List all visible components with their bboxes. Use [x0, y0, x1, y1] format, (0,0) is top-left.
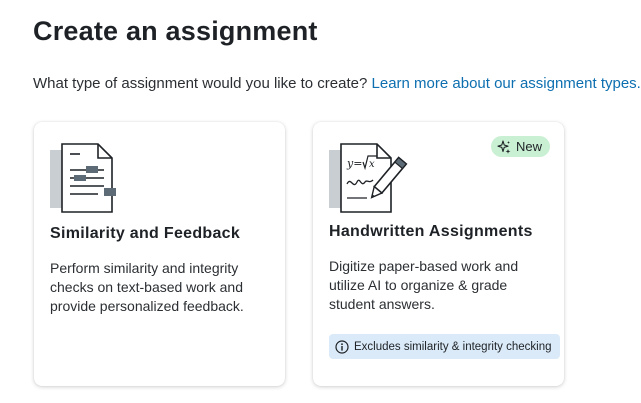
create-assignment-page: Create an assignment What type of assign… [0, 0, 641, 403]
svg-text:x: x [369, 159, 375, 170]
card-description: Perform similarity and integrity checks … [50, 260, 244, 314]
page-title: Create an assignment [33, 16, 318, 46]
note-text: Excludes similarity & integrity checking [354, 340, 552, 353]
exclusion-note: Excludes similarity & integrity checking [329, 334, 560, 359]
card-title: Handwritten Assignments [329, 223, 533, 240]
handwritten-assignments-card[interactable]: New y= x Handwritten Assignments Digitiz… [313, 122, 564, 386]
assignment-type-prompt: What type of assignment would you like t… [33, 75, 641, 92]
document-similarity-icon [48, 140, 132, 214]
card-title: Similarity and Feedback [50, 225, 241, 242]
learn-more-link[interactable]: Learn more about our assignment types. [372, 75, 641, 92]
new-badge: New [490, 136, 550, 157]
card-description: Digitize paper-based work and utilize AI… [329, 258, 519, 312]
sparkle-icon [497, 139, 511, 154]
prompt-text: What type of assignment would you like t… [33, 75, 368, 92]
info-icon [335, 339, 349, 354]
handwritten-document-icon: y= x [327, 140, 411, 214]
badge-label: New [515, 139, 542, 154]
similarity-feedback-card[interactable]: Similarity and Feedback Perform similari… [34, 122, 285, 386]
svg-text:y=: y= [346, 157, 362, 170]
